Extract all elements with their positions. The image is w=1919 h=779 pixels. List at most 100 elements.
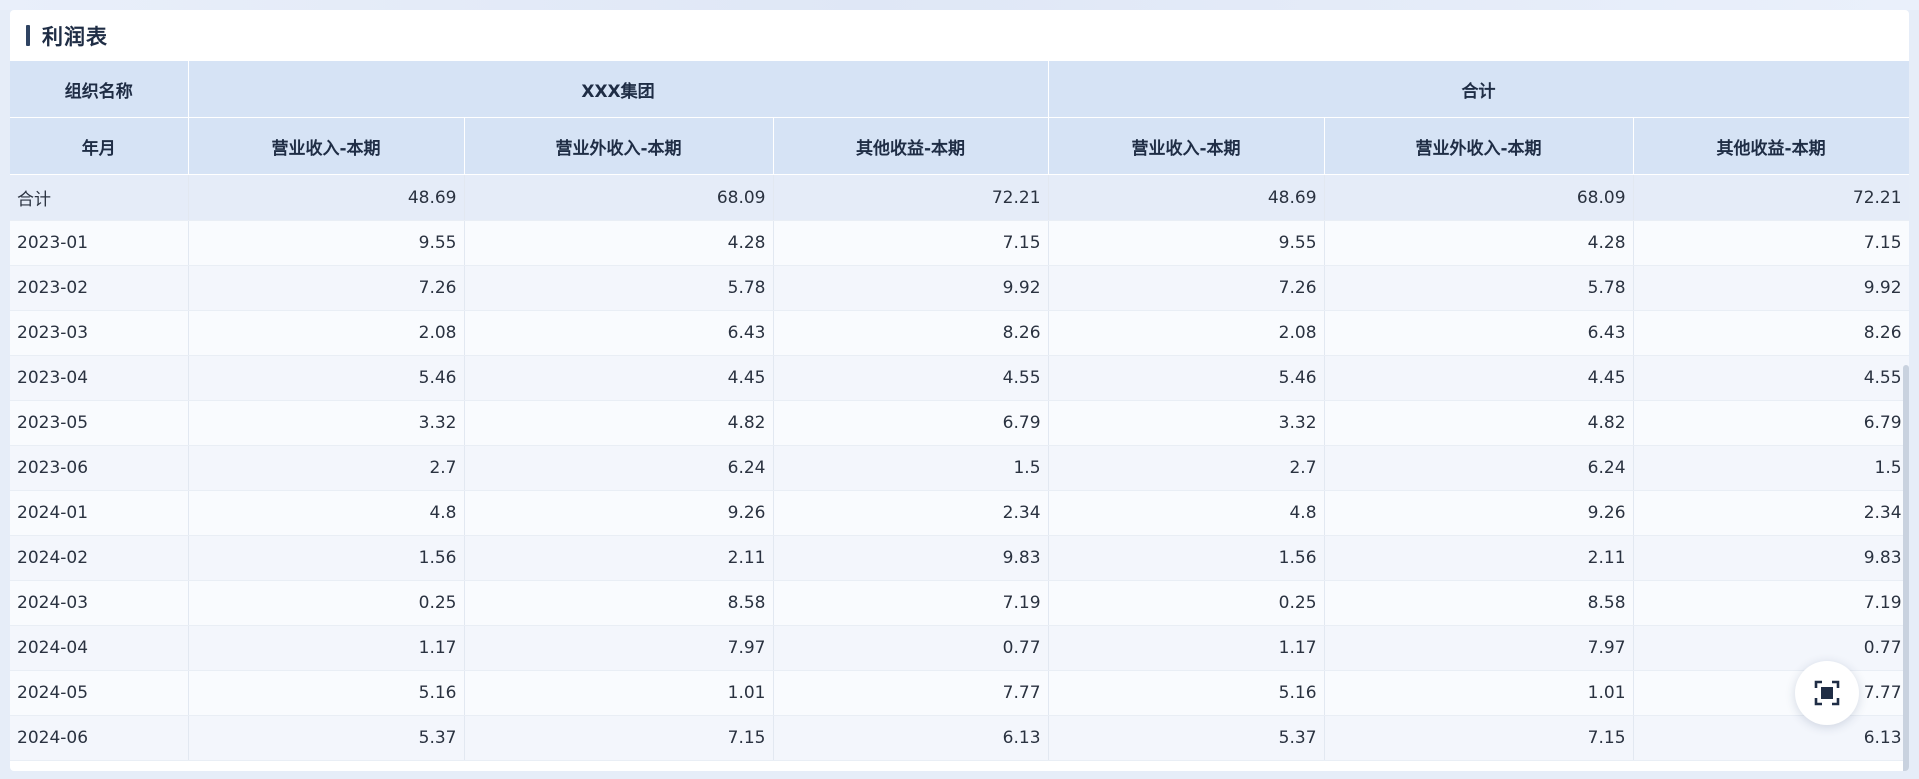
row-period-label: 2023-04 (10, 355, 189, 401)
row-period-label: 2024-03 (10, 580, 189, 626)
table-cell: 4.82 (464, 400, 774, 446)
total-row-label: 合计 (10, 174, 189, 221)
table-cell: 7.26 (1048, 265, 1325, 311)
table-cell: 5.16 (188, 670, 465, 716)
table-cell: 7.19 (773, 580, 1049, 626)
table-cell: 48.69 (1048, 174, 1325, 221)
table-cell: 4.55 (1633, 355, 1909, 401)
table-cell: 6.79 (773, 400, 1049, 446)
table-cell: 7.97 (1324, 625, 1634, 671)
table-cell: 2.34 (1633, 490, 1909, 536)
table-cell: 7.15 (1324, 715, 1634, 761)
table-cell: 4.45 (464, 355, 774, 401)
table-cell: 5.37 (188, 715, 465, 761)
table-cell: 4.8 (1048, 490, 1325, 536)
header-row-columns: 年月 营业收入-本期 营业外收入-本期 其他收益-本期 营业收入-本期 营业外收… (10, 117, 1909, 175)
table-row: 2023-05 3.32 4.82 6.79 3.32 4.82 6.79 (10, 400, 1909, 446)
table-cell: 6.43 (464, 310, 774, 356)
table-row: 2023-01 9.55 4.28 7.15 9.55 4.28 7.15 (10, 220, 1909, 266)
column-header[interactable]: 营业收入-本期 (1048, 117, 1325, 175)
table-row: 2023-03 2.08 6.43 8.26 2.08 6.43 8.26 (10, 310, 1909, 356)
table-cell: 9.26 (464, 490, 774, 536)
table-cell: 2.11 (1324, 535, 1634, 581)
table-cell: 4.28 (1324, 220, 1634, 266)
column-header[interactable]: 营业外收入-本期 (1324, 117, 1634, 175)
title-accent-bar (26, 25, 30, 46)
table-cell: 5.46 (188, 355, 465, 401)
header-period-label: 年月 (10, 117, 189, 175)
table-body: 合计 48.69 68.09 72.21 48.69 68.09 72.21 2… (10, 174, 1909, 761)
header-group-xxx: XXX集团 (188, 61, 1049, 118)
profit-table: 组织名称 XXX集团 合计 年月 营业收入-本期 营业外收入-本期 其他收益-本… (10, 61, 1909, 761)
table-row: 2024-05 5.16 1.01 7.77 5.16 1.01 7.77 (10, 670, 1909, 716)
table-cell: 9.55 (1048, 220, 1325, 266)
table-cell: 7.15 (464, 715, 774, 761)
table-cell: 1.01 (1324, 670, 1634, 716)
table-cell: 68.09 (1324, 174, 1634, 221)
row-period-label: 2024-06 (10, 715, 189, 761)
table-cell: 8.58 (464, 580, 774, 626)
table-cell: 9.26 (1324, 490, 1634, 536)
row-period-label: 2024-04 (10, 625, 189, 671)
top-strip (0, 0, 1919, 10)
table-cell: 5.16 (1048, 670, 1325, 716)
row-period-label: 2023-05 (10, 400, 189, 446)
table-cell: 6.13 (1633, 715, 1909, 761)
table-cell: 6.79 (1633, 400, 1909, 446)
header-group-total: 合计 (1048, 61, 1909, 118)
table-cell: 2.11 (464, 535, 774, 581)
column-header[interactable]: 营业外收入-本期 (464, 117, 774, 175)
table-cell: 7.19 (1633, 580, 1909, 626)
header-org-label: 组织名称 (10, 61, 189, 118)
table-cell: 1.5 (1633, 445, 1909, 491)
table-cell: 3.32 (1048, 400, 1325, 446)
table-cell: 4.8 (188, 490, 465, 536)
table-cell: 9.92 (1633, 265, 1909, 311)
table-cell: 5.37 (1048, 715, 1325, 761)
table-cell: 4.82 (1324, 400, 1634, 446)
table-row: 2024-06 5.37 7.15 6.13 5.37 7.15 6.13 (10, 715, 1909, 761)
table-cell: 7.26 (188, 265, 465, 311)
table-cell: 8.26 (1633, 310, 1909, 356)
row-period-label: 2023-06 (10, 445, 189, 491)
table-cell: 9.83 (1633, 535, 1909, 581)
table-cell: 72.21 (1633, 174, 1909, 221)
table-cell: 7.15 (1633, 220, 1909, 266)
table-cell: 8.58 (1324, 580, 1634, 626)
column-header[interactable]: 其他收益-本期 (773, 117, 1049, 175)
table-cell: 1.5 (773, 445, 1049, 491)
table-cell: 5.46 (1048, 355, 1325, 401)
table-cell: 2.08 (1048, 310, 1325, 356)
row-period-label: 2024-02 (10, 535, 189, 581)
table-cell: 68.09 (464, 174, 774, 221)
table-cell: 2.34 (773, 490, 1049, 536)
table-cell: 9.83 (773, 535, 1049, 581)
total-row: 合计 48.69 68.09 72.21 48.69 68.09 72.21 (10, 174, 1909, 221)
column-header[interactable]: 营业收入-本期 (188, 117, 465, 175)
fullscreen-button[interactable] (1795, 661, 1859, 725)
table-cell: 9.55 (188, 220, 465, 266)
table-cell: 7.15 (773, 220, 1049, 266)
table-row: 2023-06 2.7 6.24 1.5 2.7 6.24 1.5 (10, 445, 1909, 491)
table-cell: 2.08 (188, 310, 465, 356)
table-row: 2024-03 0.25 8.58 7.19 0.25 8.58 7.19 (10, 580, 1909, 626)
table-cell: 48.69 (188, 174, 465, 221)
column-header[interactable]: 其他收益-本期 (1633, 117, 1909, 175)
table-cell: 3.32 (188, 400, 465, 446)
table-row: 2024-02 1.56 2.11 9.83 1.56 2.11 9.83 (10, 535, 1909, 581)
table-row: 2024-04 1.17 7.97 0.77 1.17 7.97 0.77 (10, 625, 1909, 671)
table-cell: 7.77 (773, 670, 1049, 716)
table-cell: 6.24 (1324, 445, 1634, 491)
vertical-scrollbar[interactable] (1903, 365, 1909, 771)
table-cell: 5.78 (1324, 265, 1634, 311)
table-cell: 1.01 (464, 670, 774, 716)
table-cell: 7.97 (464, 625, 774, 671)
row-period-label: 2023-03 (10, 310, 189, 356)
table-cell: 1.56 (188, 535, 465, 581)
table-header: 组织名称 XXX集团 合计 年月 营业收入-本期 营业外收入-本期 其他收益-本… (10, 61, 1909, 175)
page-title: 利润表 (42, 24, 108, 49)
table-cell: 72.21 (773, 174, 1049, 221)
table-row: 2024-01 4.8 9.26 2.34 4.8 9.26 2.34 (10, 490, 1909, 536)
row-period-label: 2024-01 (10, 490, 189, 536)
header-row-org: 组织名称 XXX集团 合计 (10, 61, 1909, 118)
